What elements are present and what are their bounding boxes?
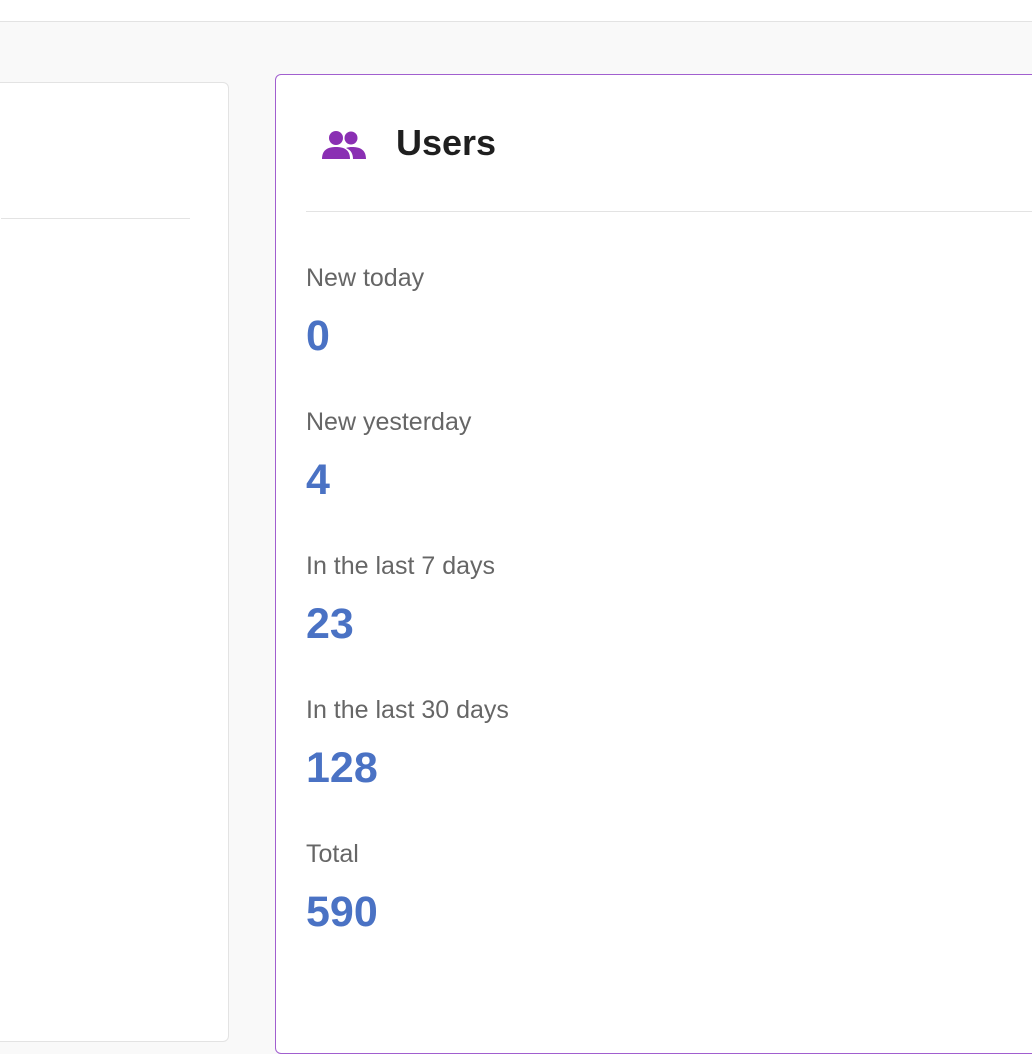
stat-label: New yesterday	[306, 408, 472, 436]
header-divider	[306, 211, 1032, 212]
stat-value: 4	[306, 456, 330, 504]
stat-total: Total 590	[306, 839, 509, 983]
stat-value: 128	[306, 744, 378, 792]
users-card: Users New today 0 New yesterday 4 In the…	[275, 74, 1032, 1054]
stat-last-7-days: In the last 7 days 23	[306, 551, 509, 695]
card-title: Users	[396, 122, 497, 163]
stat-value: 590	[306, 888, 378, 936]
stat-new-yesterday: New yesterday 4	[306, 407, 509, 551]
left-card-divider	[1, 218, 190, 219]
stat-label: Total	[306, 840, 359, 868]
stat-label: In the last 7 days	[306, 552, 496, 580]
left-card	[0, 82, 229, 1042]
stat-last-30-days: In the last 30 days 128	[306, 695, 509, 839]
stat-label: New today	[306, 264, 425, 292]
stat-value: 23	[306, 600, 354, 648]
stats-list: New today 0 New yesterday 4 In the last …	[306, 263, 509, 983]
stat-new-today: New today 0	[306, 263, 509, 407]
users-card-header: Users	[276, 75, 1032, 211]
top-bar	[0, 0, 1032, 22]
stat-label: In the last 30 days	[306, 696, 509, 724]
stat-value: 0	[306, 312, 330, 360]
users-icon	[322, 129, 366, 161]
